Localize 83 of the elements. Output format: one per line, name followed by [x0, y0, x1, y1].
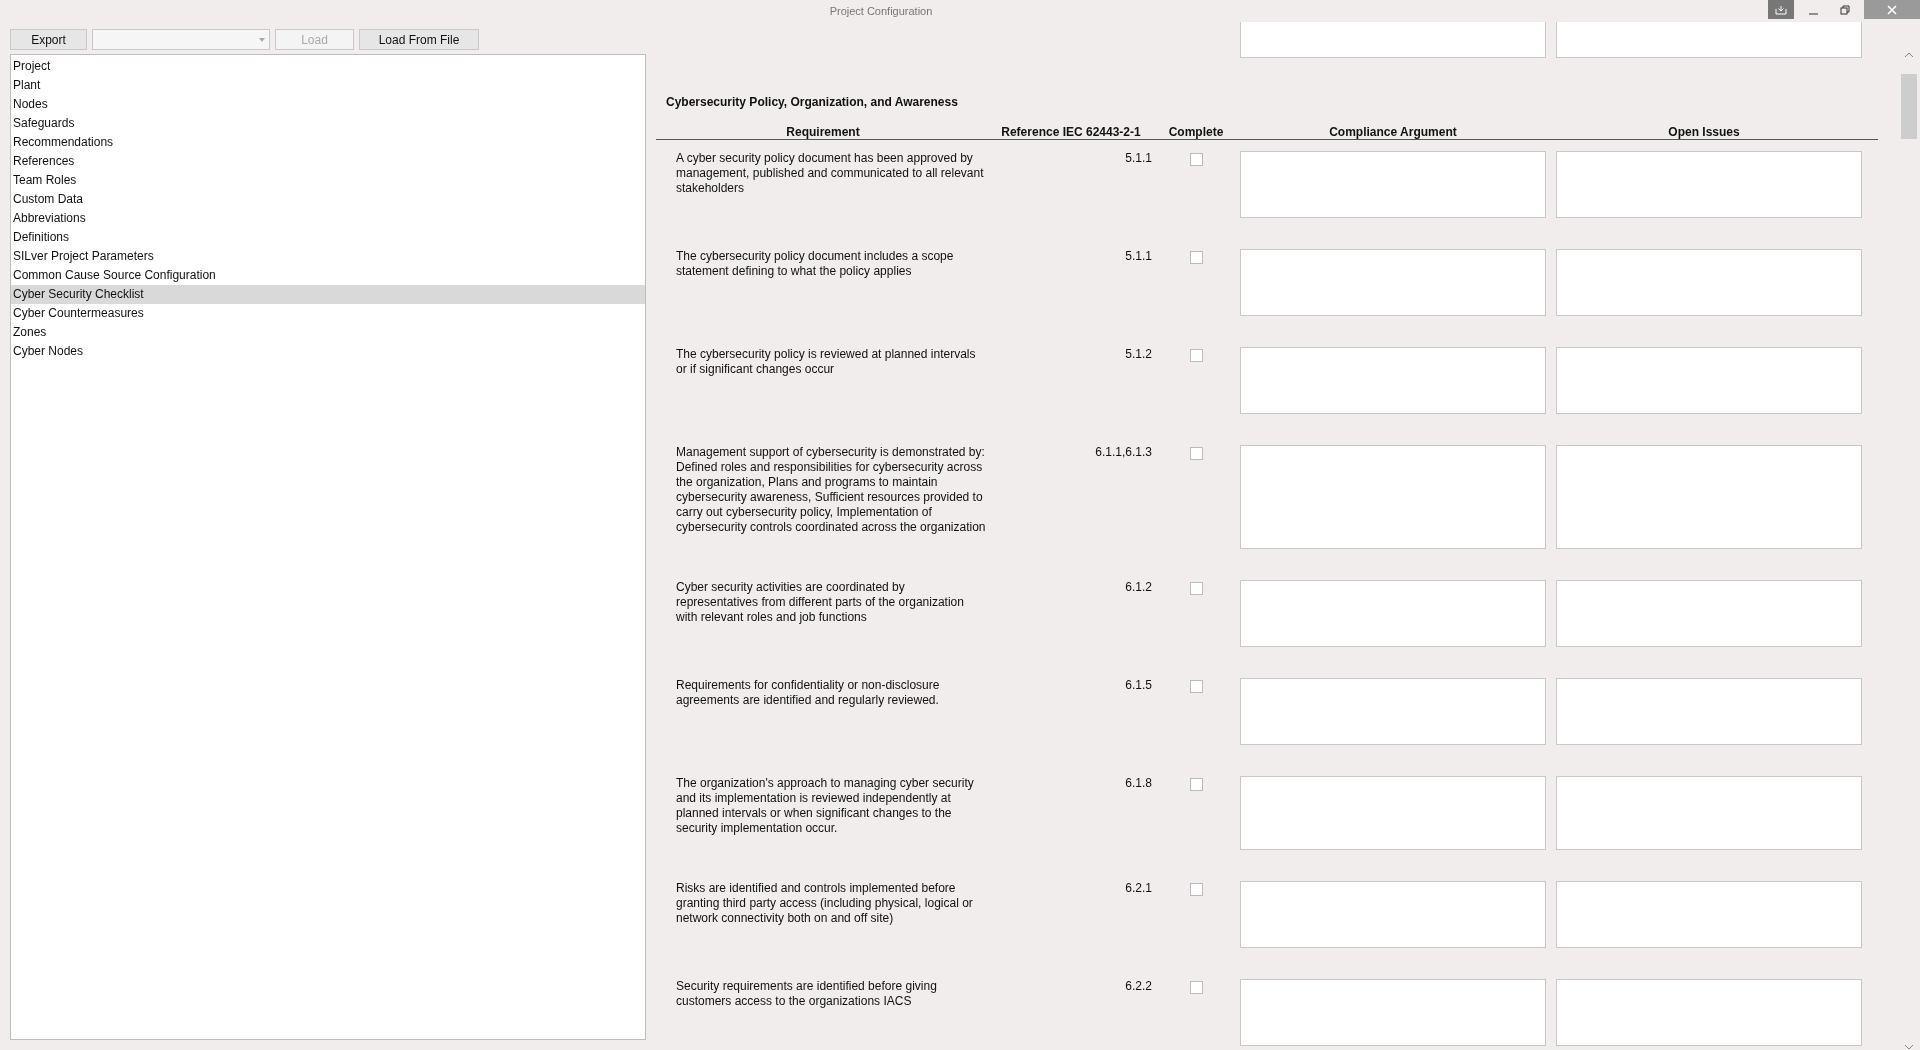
open-issues-field[interactable] [1556, 347, 1862, 414]
compliance-argument-field[interactable] [1240, 347, 1546, 414]
complete-checkbox[interactable] [1189, 883, 1203, 896]
scrollbar-thumb[interactable] [1901, 74, 1917, 139]
requirement-text: Requirements for confidentiality or non-disclosure agreements are identified and regularly reviewed. [675, 678, 941, 709]
open-issues-field[interactable] [1556, 678, 1862, 745]
requirement-text: The organization's approach to managing cyber security and its implementation is reviewed independently at planned intervals or when significant changes to the security implementation occur. [675, 776, 975, 837]
navigation-item[interactable]: Cyber Security Checklist [11, 285, 645, 304]
open-issues-field[interactable] [1556, 580, 1862, 647]
navigation-item[interactable]: Project [11, 57, 645, 76]
scroll-down-icon[interactable] [1904, 1044, 1914, 1050]
complete-checkbox[interactable] [1189, 447, 1203, 460]
navigation-item[interactable]: Team Roles [11, 171, 645, 190]
navigation-item[interactable]: Zones [11, 323, 645, 342]
compliance-argument-field[interactable] [1240, 151, 1546, 218]
navigation-item[interactable]: Definitions [11, 228, 645, 247]
requirement-text: A cyber security policy document has been approved by management, published and communicated to all relevant stakeholders [675, 151, 985, 197]
complete-checkbox[interactable] [1189, 251, 1203, 264]
requirement-text: Security requirements are identified before giving customers access to the organizations IACS [675, 979, 938, 1010]
requirement-text: Cyber security activities are coordinated by representatives from different parts of the organization with relevant roles and job functions [675, 580, 965, 626]
reference-number: 5.1.1 [1124, 249, 1152, 264]
navigation-item[interactable]: Common Cause Source Configuration [11, 266, 645, 285]
open-issues-field[interactable] [1556, 445, 1862, 549]
section-title: Cybersecurity Policy, Organization, and Awareness [665, 94, 959, 110]
complete-checkbox[interactable] [1189, 582, 1203, 595]
reference-number: 5.1.1 [1124, 151, 1152, 166]
compliance-argument-field[interactable] [1240, 881, 1546, 948]
complete-checkbox[interactable] [1189, 680, 1203, 693]
reference-number: 6.1.2 [1124, 580, 1152, 595]
navigation-item[interactable]: Cyber Nodes [11, 342, 645, 361]
open-issues-field[interactable] [1556, 979, 1862, 1046]
close-icon [1887, 4, 1897, 15]
navigation-item[interactable]: Safeguards [11, 114, 645, 133]
compliance-argument-field[interactable] [1240, 445, 1546, 549]
reference-number: 6.1.8 [1124, 776, 1152, 791]
minimize-icon [1808, 12, 1818, 15]
navigation-item[interactable]: Recommendations [11, 133, 645, 152]
load-from-file-button[interactable]: Load From File [359, 29, 479, 50]
compliance-argument-field[interactable] [1240, 580, 1546, 647]
navigation-item[interactable]: Plant [11, 76, 645, 95]
close-button[interactable] [1864, 0, 1920, 19]
caret-icon [259, 37, 265, 42]
column-header: Requirement [785, 125, 861, 139]
scroll-up-icon[interactable] [1904, 52, 1914, 58]
compliance-argument-field[interactable] [1240, 22, 1546, 58]
compliance-argument-field[interactable] [1240, 776, 1546, 850]
complete-checkbox[interactable] [1189, 778, 1203, 791]
reference-number: 6.1.1,6.1.3 [1094, 445, 1152, 460]
requirement-text: The cybersecurity policy document includes a scope statement defining to what the policy applies [675, 249, 955, 280]
navigation-item[interactable]: Custom Data [11, 190, 645, 209]
compliance-argument-field[interactable] [1240, 249, 1546, 316]
navigation-item[interactable]: References [11, 152, 645, 171]
complete-checkbox[interactable] [1189, 981, 1203, 994]
compliance-argument-field[interactable] [1240, 979, 1546, 1046]
save-window-button[interactable] [1768, 0, 1794, 19]
selector-dropdown[interactable] [92, 29, 270, 50]
column-header: Reference IEC 62443-2-1 [1000, 125, 1142, 139]
column-header: Compliance Argument [1328, 125, 1458, 139]
open-issues-field[interactable] [1556, 151, 1862, 218]
open-issues-field[interactable] [1556, 249, 1862, 316]
reference-number: 6.2.2 [1124, 979, 1152, 994]
tray-arrow-icon [1775, 4, 1787, 15]
open-issues-field[interactable] [1556, 776, 1862, 850]
open-issues-field[interactable] [1556, 881, 1862, 948]
open-issues-field[interactable] [1556, 22, 1862, 58]
navigation-item[interactable]: Abbreviations [11, 209, 645, 228]
requirement-text: Management support of cybersecurity is demonstrated by: Defined roles and responsibilities for cybersecurity across the organization, Plans and programs to maintain cybersecurity awareness, Sufficient resources provided to carry out cybersecurity policy, Implementation of cybersecurity controls coordinated across the organization [675, 445, 986, 536]
navigation-item[interactable]: SILver Project Parameters [11, 247, 645, 266]
complete-checkbox[interactable] [1189, 349, 1203, 362]
column-header: Open Issues [1667, 125, 1741, 139]
complete-checkbox[interactable] [1189, 153, 1203, 166]
compliance-argument-field[interactable] [1240, 678, 1546, 745]
restore-icon [1840, 4, 1850, 15]
reference-number: 6.1.5 [1124, 678, 1152, 693]
requirement-text: Risks are identified and controls implemented before granting third party access (including physical, logical or network connectivity both on and off site) [675, 881, 974, 927]
requirement-text: The cybersecurity policy is reviewed at planned intervals or if significant changes occur [675, 347, 977, 378]
navigation-item[interactable]: Cyber Countermeasures [11, 304, 645, 323]
navigation-item[interactable]: Nodes [11, 95, 645, 114]
window-title: Project Configuration [829, 5, 933, 17]
column-header: Complete [1167, 125, 1225, 139]
export-button[interactable]: Export [10, 29, 87, 50]
reference-number: 5.1.2 [1124, 347, 1152, 362]
reference-number: 6.2.1 [1124, 881, 1152, 896]
